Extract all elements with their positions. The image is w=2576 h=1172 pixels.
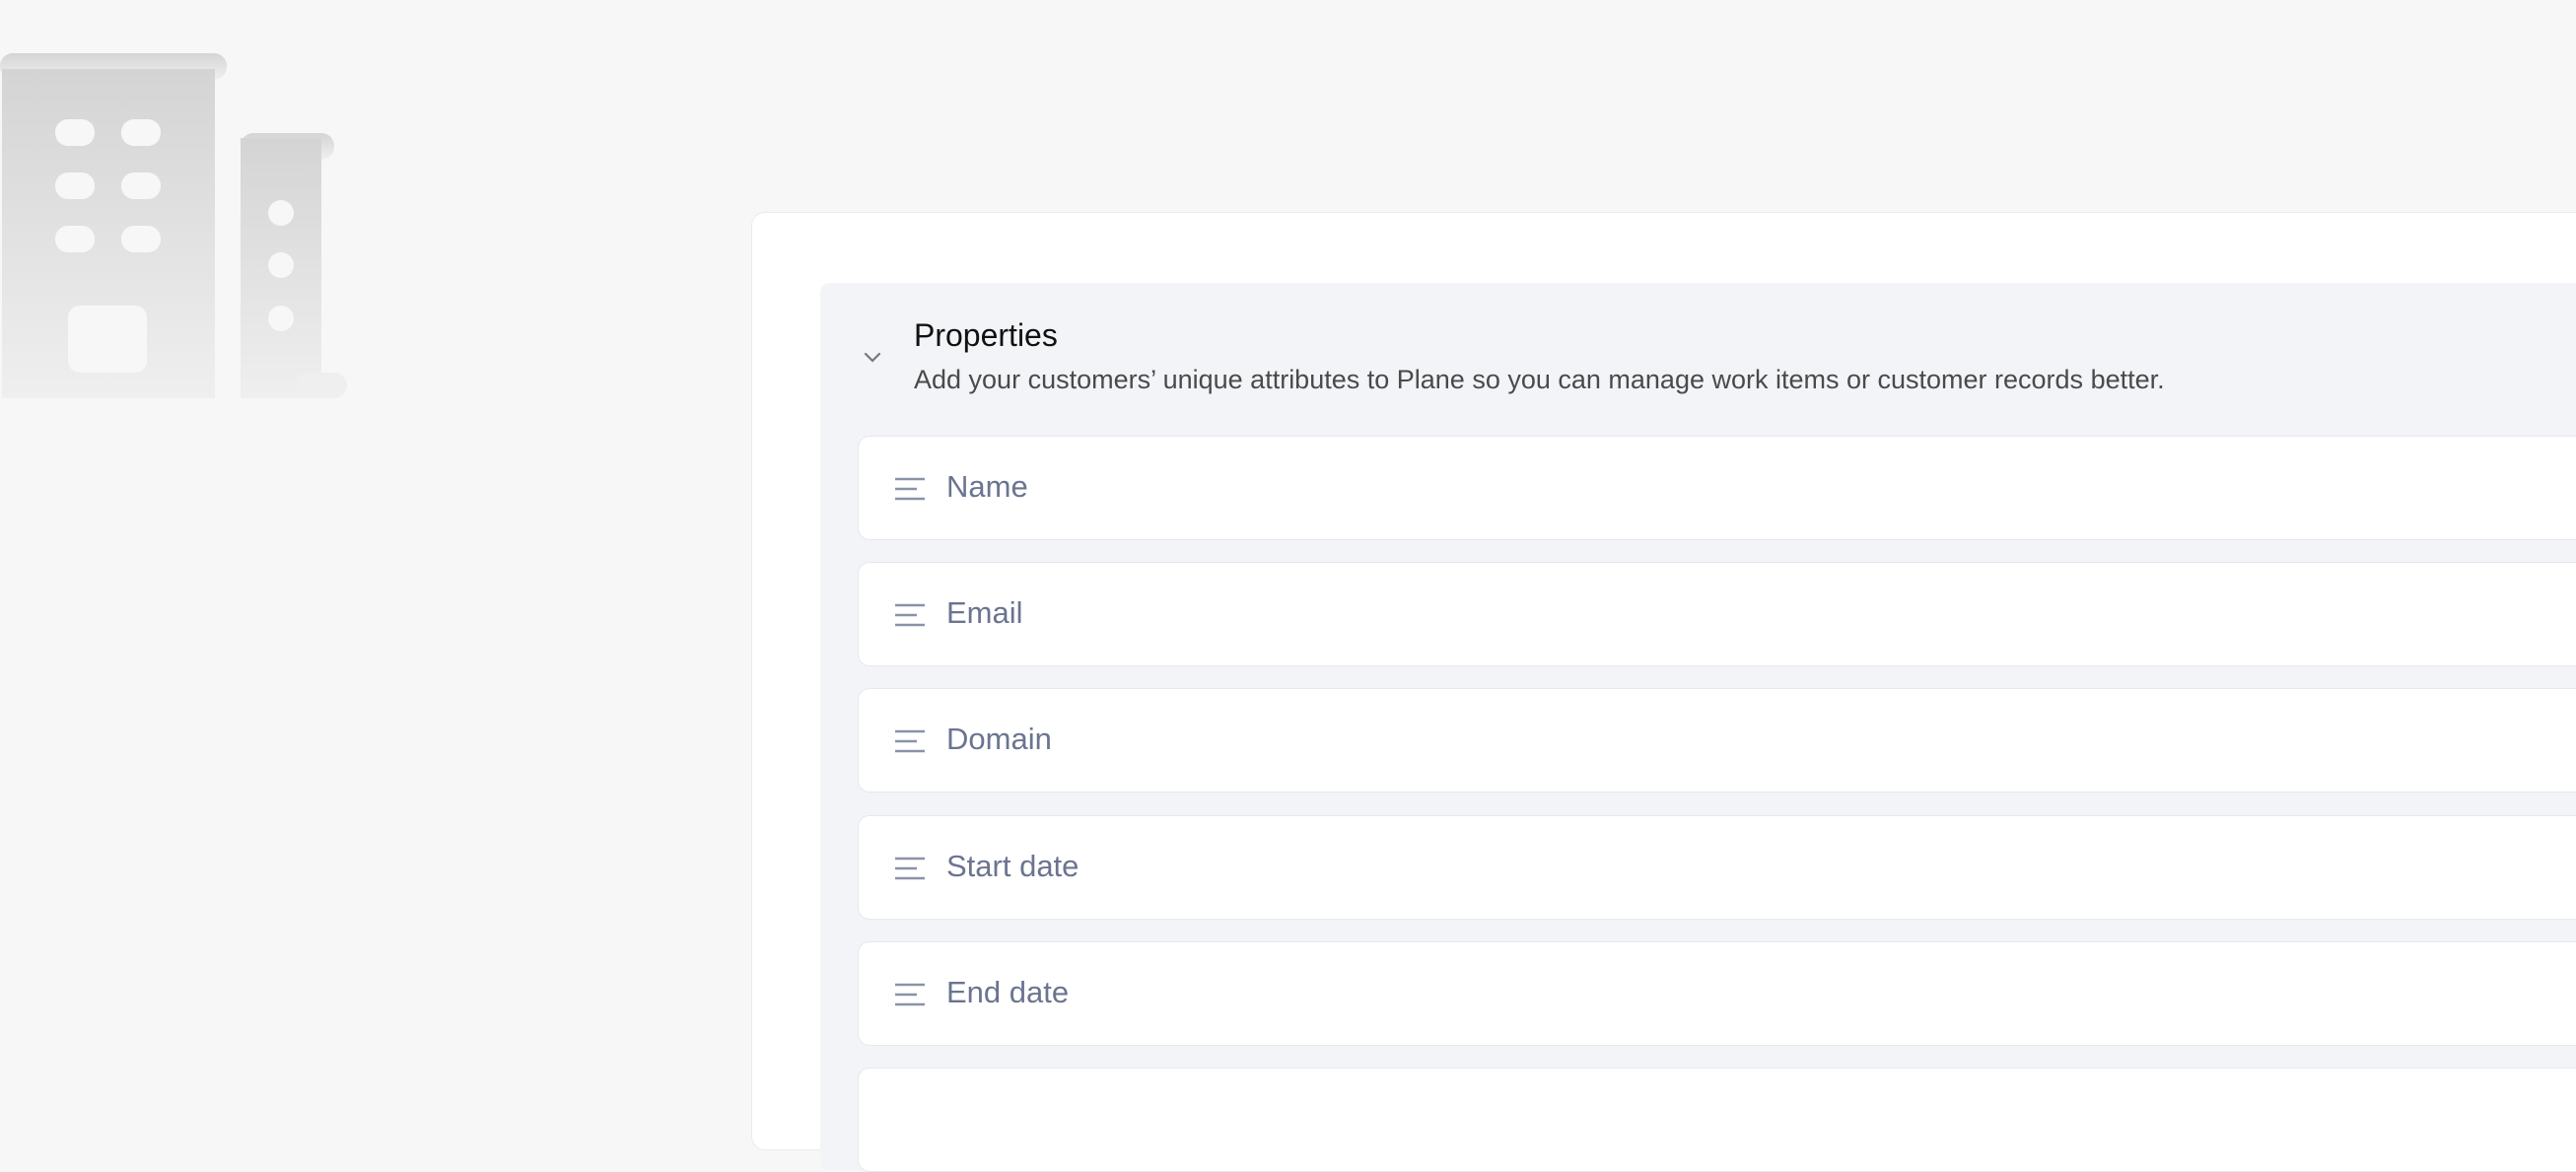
text-align-left-icon	[895, 983, 925, 1006]
text-align-left-icon	[895, 477, 925, 501]
property-label: Domain	[946, 722, 1052, 756]
text-align-left-icon	[895, 729, 925, 753]
building-illustration-icon	[0, 53, 347, 398]
property-row-end-date[interactable]: End date	[858, 941, 2576, 1046]
property-row-domain[interactable]: Domain	[858, 688, 2576, 793]
property-row-partial[interactable]	[858, 1068, 2576, 1172]
property-label: Email	[946, 595, 1023, 630]
property-row-name[interactable]: Name	[858, 436, 2576, 540]
property-label: End date	[946, 975, 1070, 1009]
property-label: Name	[946, 469, 1028, 504]
property-row-email[interactable]: Email	[858, 562, 2576, 666]
property-label: Start date	[946, 849, 1079, 883]
chevron-down-icon[interactable]	[861, 345, 884, 369]
section-title: Properties	[914, 317, 1058, 353]
section-description: Add your customers’ unique attributes to…	[914, 365, 2165, 394]
text-align-left-icon	[895, 857, 925, 880]
text-align-left-icon	[895, 603, 925, 627]
property-row-start-date[interactable]: Start date	[858, 815, 2576, 920]
